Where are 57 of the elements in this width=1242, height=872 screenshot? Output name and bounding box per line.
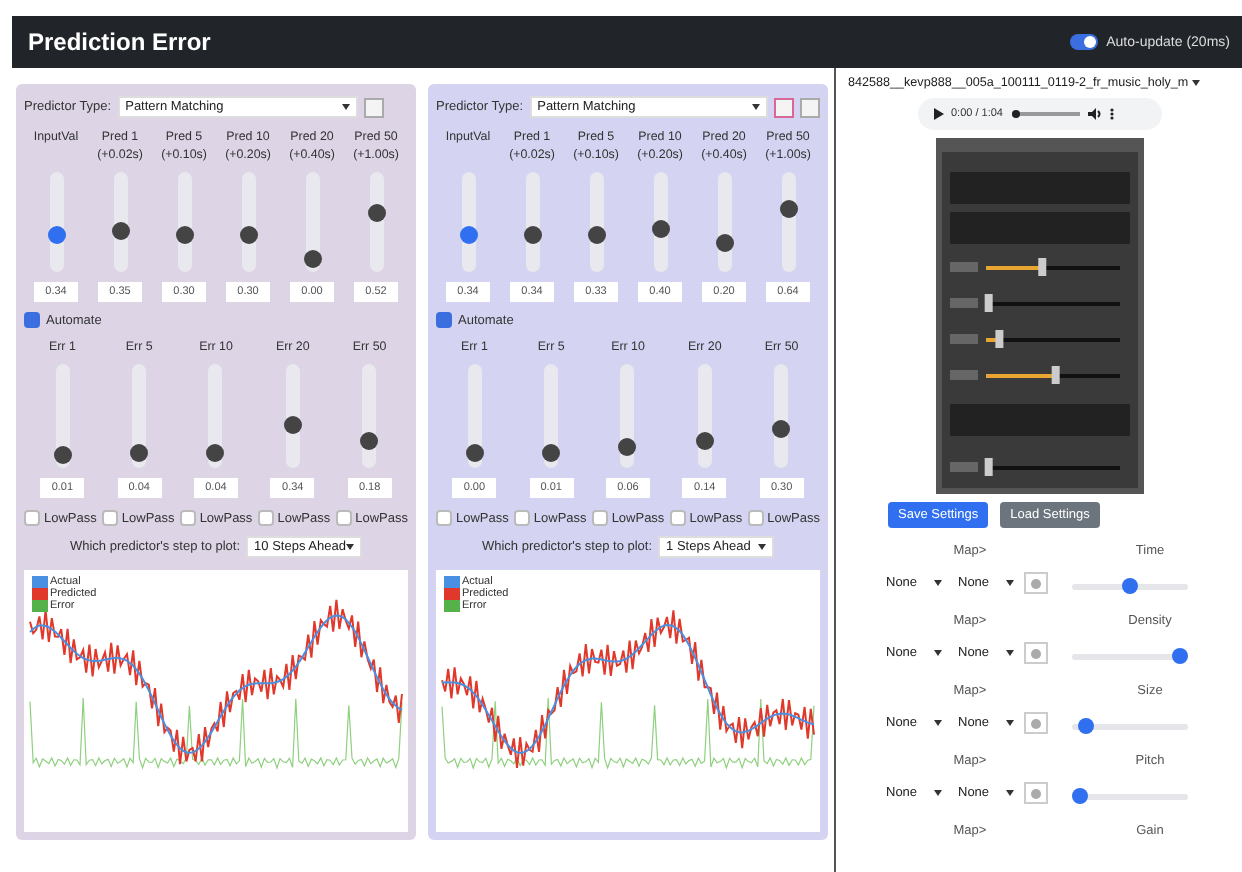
vertical-slider[interactable] (285, 364, 300, 468)
caret-icon (1192, 80, 1201, 86)
vertical-slider[interactable] (369, 172, 383, 272)
page-title: Prediction Error (28, 28, 211, 56)
caret-icon (934, 650, 942, 656)
caret-icon (752, 104, 761, 110)
vertical-slider[interactable] (717, 172, 731, 272)
lowpass-checkbox[interactable] (101, 510, 118, 526)
vertical-slider[interactable] (241, 172, 255, 272)
vertical-slider[interactable] (525, 172, 539, 272)
lowpass-checkbox[interactable] (669, 510, 686, 526)
caret-icon (1006, 650, 1014, 656)
vertical-slider[interactable] (781, 172, 795, 272)
automate-checkbox[interactable] (436, 312, 452, 328)
caret-icon (1006, 720, 1014, 726)
lowpass-checkbox[interactable] (335, 510, 352, 526)
caret-icon (934, 580, 942, 586)
caret-icon (1006, 790, 1014, 796)
lowpass-checkbox[interactable] (24, 510, 40, 526)
vertical-slider[interactable] (177, 172, 191, 272)
vertical-slider[interactable] (461, 172, 475, 272)
automate-checkbox[interactable] (24, 312, 40, 328)
vertical-slider[interactable] (589, 172, 603, 272)
circle-icon (1030, 647, 1042, 659)
caret-icon (758, 544, 767, 550)
caret-icon (1006, 580, 1014, 586)
vertical-slider[interactable] (544, 364, 559, 468)
small-button[interactable] (774, 97, 795, 117)
vertical-slider[interactable] (467, 364, 482, 468)
auto-update-switch[interactable] (1070, 34, 1099, 50)
lowpass-checkbox[interactable] (513, 510, 530, 526)
vertical-slider[interactable] (653, 172, 667, 272)
vertical-slider[interactable] (132, 364, 147, 468)
vertical-slider[interactable] (774, 364, 789, 468)
caret-icon (934, 790, 942, 796)
caret-icon (934, 720, 942, 726)
volume-icon[interactable] (1087, 108, 1101, 120)
circle-icon (1030, 787, 1042, 799)
vertical-slider[interactable] (697, 364, 712, 468)
lowpass-checkbox[interactable] (747, 510, 764, 526)
caret-icon (346, 544, 355, 550)
lowpass-checkbox[interactable] (179, 510, 196, 526)
circle-icon (1030, 577, 1042, 589)
vertical-slider[interactable] (49, 172, 63, 272)
play-icon[interactable] (933, 108, 943, 120)
circle-icon (1030, 717, 1042, 729)
vertical-slider[interactable] (305, 172, 319, 272)
lowpass-checkbox[interactable] (591, 510, 608, 526)
caret-icon (341, 104, 350, 110)
vertical-slider[interactable] (620, 364, 635, 468)
lowpass-checkbox[interactable] (436, 510, 452, 526)
vertical-slider[interactable] (113, 172, 127, 272)
lowpass-checkbox[interactable] (257, 510, 274, 526)
vertical-slider[interactable] (362, 364, 377, 468)
vertical-slider[interactable] (55, 364, 70, 468)
vertical-slider[interactable] (208, 364, 223, 468)
progress-bar[interactable] (1011, 110, 1079, 118)
